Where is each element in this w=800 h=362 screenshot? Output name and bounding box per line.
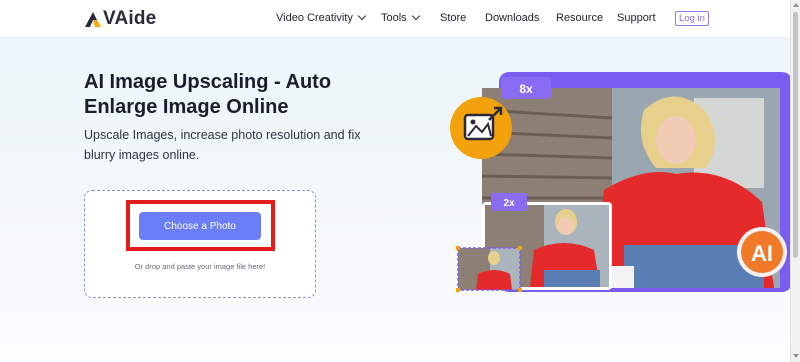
logo[interactable]: VAide xyxy=(84,8,156,30)
image-upscale-icon xyxy=(450,97,512,159)
drop-hint-text: Or drop and paste your image file here! xyxy=(134,262,266,271)
nav-label: Tools xyxy=(381,12,407,24)
scroll-thumb[interactable] xyxy=(793,12,798,258)
badge-8x-label: 8x xyxy=(519,82,533,96)
chevron-down-icon xyxy=(411,11,420,21)
page-title: AI Image Upscaling - Auto Enlarge Image … xyxy=(84,71,332,118)
page: VAide Video Creativity Tools Store Downl… xyxy=(0,0,800,362)
ai-badge-label: AI xyxy=(751,241,773,266)
nav-label: Downloads xyxy=(485,12,540,24)
page-scrollbar[interactable] xyxy=(790,0,800,362)
nav-label: Support xyxy=(617,12,656,24)
nav-tools[interactable]: Tools xyxy=(381,11,420,24)
nav-resource[interactable]: Resource xyxy=(556,12,603,24)
nav-label: Video Creativity xyxy=(276,12,353,24)
scroll-up-arrow-icon[interactable] xyxy=(793,3,799,7)
nav-support[interactable]: Support xyxy=(617,12,656,24)
choose-photo-button[interactable]: Choose a Photo xyxy=(139,212,261,240)
nav-label: Store xyxy=(440,12,467,24)
logo-icon xyxy=(85,12,101,27)
scroll-down-arrow-icon[interactable] xyxy=(793,354,799,358)
nav-label: Resource xyxy=(556,12,604,24)
small-photo xyxy=(456,246,522,292)
nav-store[interactable]: Store xyxy=(440,12,466,24)
site-header: VAide Video Creativity Tools Store Downl… xyxy=(0,0,790,38)
chevron-down-icon xyxy=(357,11,367,21)
nav-video-creativity[interactable]: Video Creativity xyxy=(276,11,367,24)
logo-text: VAide xyxy=(103,8,157,29)
page-subtitle: Upscale Images, increase photo resolutio… xyxy=(84,128,361,162)
nav-downloads[interactable]: Downloads xyxy=(485,12,539,24)
badge-2x-label: 2x xyxy=(503,198,515,209)
login-button[interactable]: Log in xyxy=(675,11,709,26)
hero-illustration: 8x 2x AI xyxy=(450,72,790,292)
ai-badge: AI xyxy=(737,227,787,277)
